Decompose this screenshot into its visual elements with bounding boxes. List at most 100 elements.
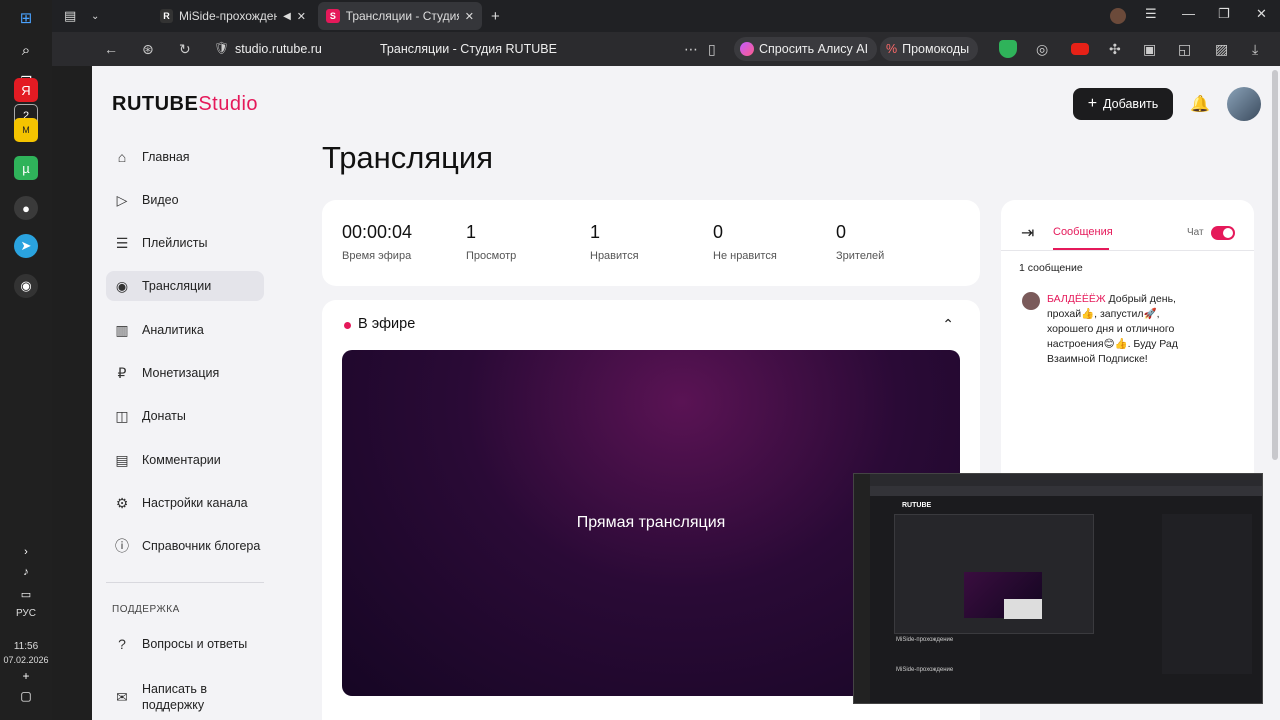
- donate-icon: ◫: [115, 407, 129, 424]
- rutube-favicon-icon: R: [160, 9, 173, 23]
- sidebar-item-label: Комментарии: [142, 453, 221, 467]
- sidebar-item-label: Главная: [142, 150, 190, 164]
- collections-icon[interactable]: ◱: [1178, 41, 1191, 58]
- close-window-icon[interactable]: ✕: [1256, 6, 1267, 22]
- obs-icon[interactable]: ●: [14, 196, 38, 220]
- page-scrollbar[interactable]: [1272, 70, 1278, 460]
- sidebar-item-contact-support[interactable]: ✉ Написать в поддержку: [106, 677, 264, 717]
- torrent-icon[interactable]: µ: [14, 156, 38, 180]
- ask-alice-button[interactable]: Спросить Алису AI: [734, 37, 878, 61]
- preview-mini-window: [1004, 599, 1042, 619]
- broadcast-icon: ◉: [115, 277, 129, 294]
- stat-dislikes-label: Не нравится: [713, 250, 777, 262]
- analytics-icon: ▥: [115, 321, 129, 338]
- sidebar-item-label: Справочник блогера: [142, 539, 261, 553]
- tab-label: MiSide-прохождение: [178, 9, 278, 23]
- battery-icon[interactable]: ▭: [14, 582, 38, 606]
- windows-start-icon[interactable]: ⊞: [14, 6, 38, 30]
- preview-address-bar: [854, 486, 1262, 496]
- chat-message: БАЛДЁЁЁЖ Добрый день, прохай👍, запустил🚀…: [1047, 292, 1187, 367]
- clock-time[interactable]: 11:56: [0, 641, 52, 652]
- tab-list-icon[interactable]: ▤: [58, 2, 86, 30]
- download-icon[interactable]: ⤓: [1252, 41, 1258, 58]
- add-button[interactable]: + Добавить: [1073, 88, 1173, 120]
- sidebar-item-broadcasts[interactable]: ◉ Трансляции: [106, 271, 264, 301]
- minimize-icon[interactable]: —: [1182, 6, 1195, 21]
- stats-card: 00:00:04 Время эфира 1 Просмотр 1 Нравит…: [322, 200, 980, 286]
- message-avatar[interactable]: [1022, 292, 1040, 310]
- collapse-panel-icon[interactable]: ⇥: [1021, 223, 1034, 243]
- sidebar-item-blogger-guide[interactable]: ⓘ Справочник блогера: [106, 531, 264, 561]
- volume-icon[interactable]: ♪: [14, 560, 38, 584]
- sidebar-item-channel-settings[interactable]: ⚙ Настройки канала: [106, 488, 264, 518]
- menu-icon[interactable]: ☰: [1145, 6, 1157, 22]
- obs-recording-icon[interactable]: ◉: [14, 274, 38, 298]
- speaker-icon[interactable]: ◀: [283, 11, 291, 22]
- youtube-extension-icon[interactable]: [1071, 43, 1089, 55]
- sidebar-item-label: Донаты: [142, 409, 186, 423]
- notifications-icon[interactable]: ▢: [14, 684, 38, 708]
- more-options-icon[interactable]: ⋯: [684, 41, 698, 58]
- sidebar-item-label: Видео: [142, 193, 179, 207]
- sidebar-item-playlists[interactable]: ☰ Плейлисты: [106, 228, 264, 258]
- profile-icon[interactable]: [1110, 8, 1126, 24]
- yandex-icon[interactable]: Я: [14, 78, 38, 102]
- gear-icon: ⚙: [115, 494, 129, 511]
- back-arrow-icon[interactable]: ←: [104, 41, 118, 57]
- stat-viewers-value: 0: [836, 222, 847, 242]
- screen-preview-window[interactable]: RUTUBE MiSide-прохождение MiSide-прохожд…: [853, 473, 1263, 704]
- restore-icon[interactable]: ❐: [1218, 6, 1230, 22]
- preview-taskbar: [854, 474, 870, 703]
- tab-studio[interactable]: S Трансляции - Студия RUTUBE ✕: [318, 2, 482, 30]
- bell-icon[interactable]: 🔔: [1190, 94, 1210, 114]
- sidebar-item-faq[interactable]: ? Вопросы и ответы: [106, 629, 264, 659]
- yandex-market-icon[interactable]: M: [14, 118, 38, 142]
- chat-toggle-label: Чат: [1187, 227, 1204, 238]
- preview-caption-lower: MiSide-прохождение: [896, 667, 954, 673]
- stat-views-value: 1: [466, 222, 477, 242]
- sidebar-item-comments[interactable]: ▤ Комментарии: [106, 445, 264, 475]
- support-section-label: ПОДДЕРЖКА: [112, 604, 180, 615]
- image-extension-icon[interactable]: ▨: [1215, 41, 1228, 58]
- sidebar-item-monetization[interactable]: ₽ Монетизация: [106, 358, 264, 388]
- promo-codes-button[interactable]: % Промокоды: [880, 37, 979, 61]
- chat-toggle[interactable]: [1211, 226, 1235, 240]
- chevron-down-icon[interactable]: ⌄: [88, 2, 108, 30]
- extensions-puzzle-icon[interactable]: ✣: [1109, 41, 1121, 58]
- bookmark-icon[interactable]: ▯: [708, 41, 716, 58]
- telegram-icon[interactable]: ➤: [14, 234, 38, 258]
- video-icon: ▷: [116, 191, 128, 208]
- tab-miside[interactable]: R MiSide-прохождение ◀ ✕: [152, 2, 314, 30]
- message-author[interactable]: БАЛДЁЁЁЖ: [1047, 293, 1106, 305]
- sidebar-item-home[interactable]: ⌂ Главная: [106, 142, 264, 172]
- alice-label: Спросить Алису AI: [759, 42, 869, 56]
- rutube-studio-logo[interactable]: RUTUBEStudio: [112, 93, 258, 116]
- alice-icon: [740, 42, 754, 56]
- stat-views-label: Просмотр: [466, 250, 517, 262]
- yandex-home-icon[interactable]: ⊛: [142, 41, 154, 58]
- new-tab-plus-icon[interactable]: +: [486, 2, 508, 30]
- language-indicator[interactable]: РУС: [0, 608, 52, 619]
- sidebar-item-donates[interactable]: ◫ Донаты: [106, 401, 264, 431]
- playlist-icon: ☰: [115, 234, 129, 251]
- screenshot-extension-icon[interactable]: ▣: [1143, 41, 1156, 58]
- percent-icon: %: [886, 42, 898, 56]
- chevron-up-icon[interactable]: ⌃: [942, 316, 954, 333]
- lightbulb-extension-icon[interactable]: ◎: [1036, 41, 1048, 58]
- sidebar-item-label: Вопросы и ответы: [142, 637, 248, 651]
- sidebar-item-video[interactable]: ▷ Видео: [106, 185, 264, 215]
- reload-icon[interactable]: ↻: [179, 41, 191, 58]
- url-text[interactable]: studio.rutube.ru: [235, 42, 322, 56]
- sidebar-item-analytics[interactable]: ▥ Аналитика: [106, 315, 264, 345]
- close-icon[interactable]: ✕: [465, 10, 474, 23]
- lock-icon: 🛡: [214, 41, 230, 55]
- browser-tab-bar: ▤ ⌄ R MiSide-прохождение ◀ ✕ S Трансляци…: [52, 0, 1280, 32]
- chat-divider: [1001, 250, 1254, 251]
- stat-likes-label: Нравится: [590, 250, 639, 262]
- plus-icon: +: [1087, 95, 1098, 112]
- close-icon[interactable]: ✕: [297, 10, 306, 23]
- adguard-extension-icon[interactable]: [999, 40, 1017, 58]
- tab-messages[interactable]: Сообщения: [1053, 226, 1113, 238]
- avatar[interactable]: [1227, 87, 1261, 121]
- search-icon[interactable]: ⌕: [14, 38, 38, 62]
